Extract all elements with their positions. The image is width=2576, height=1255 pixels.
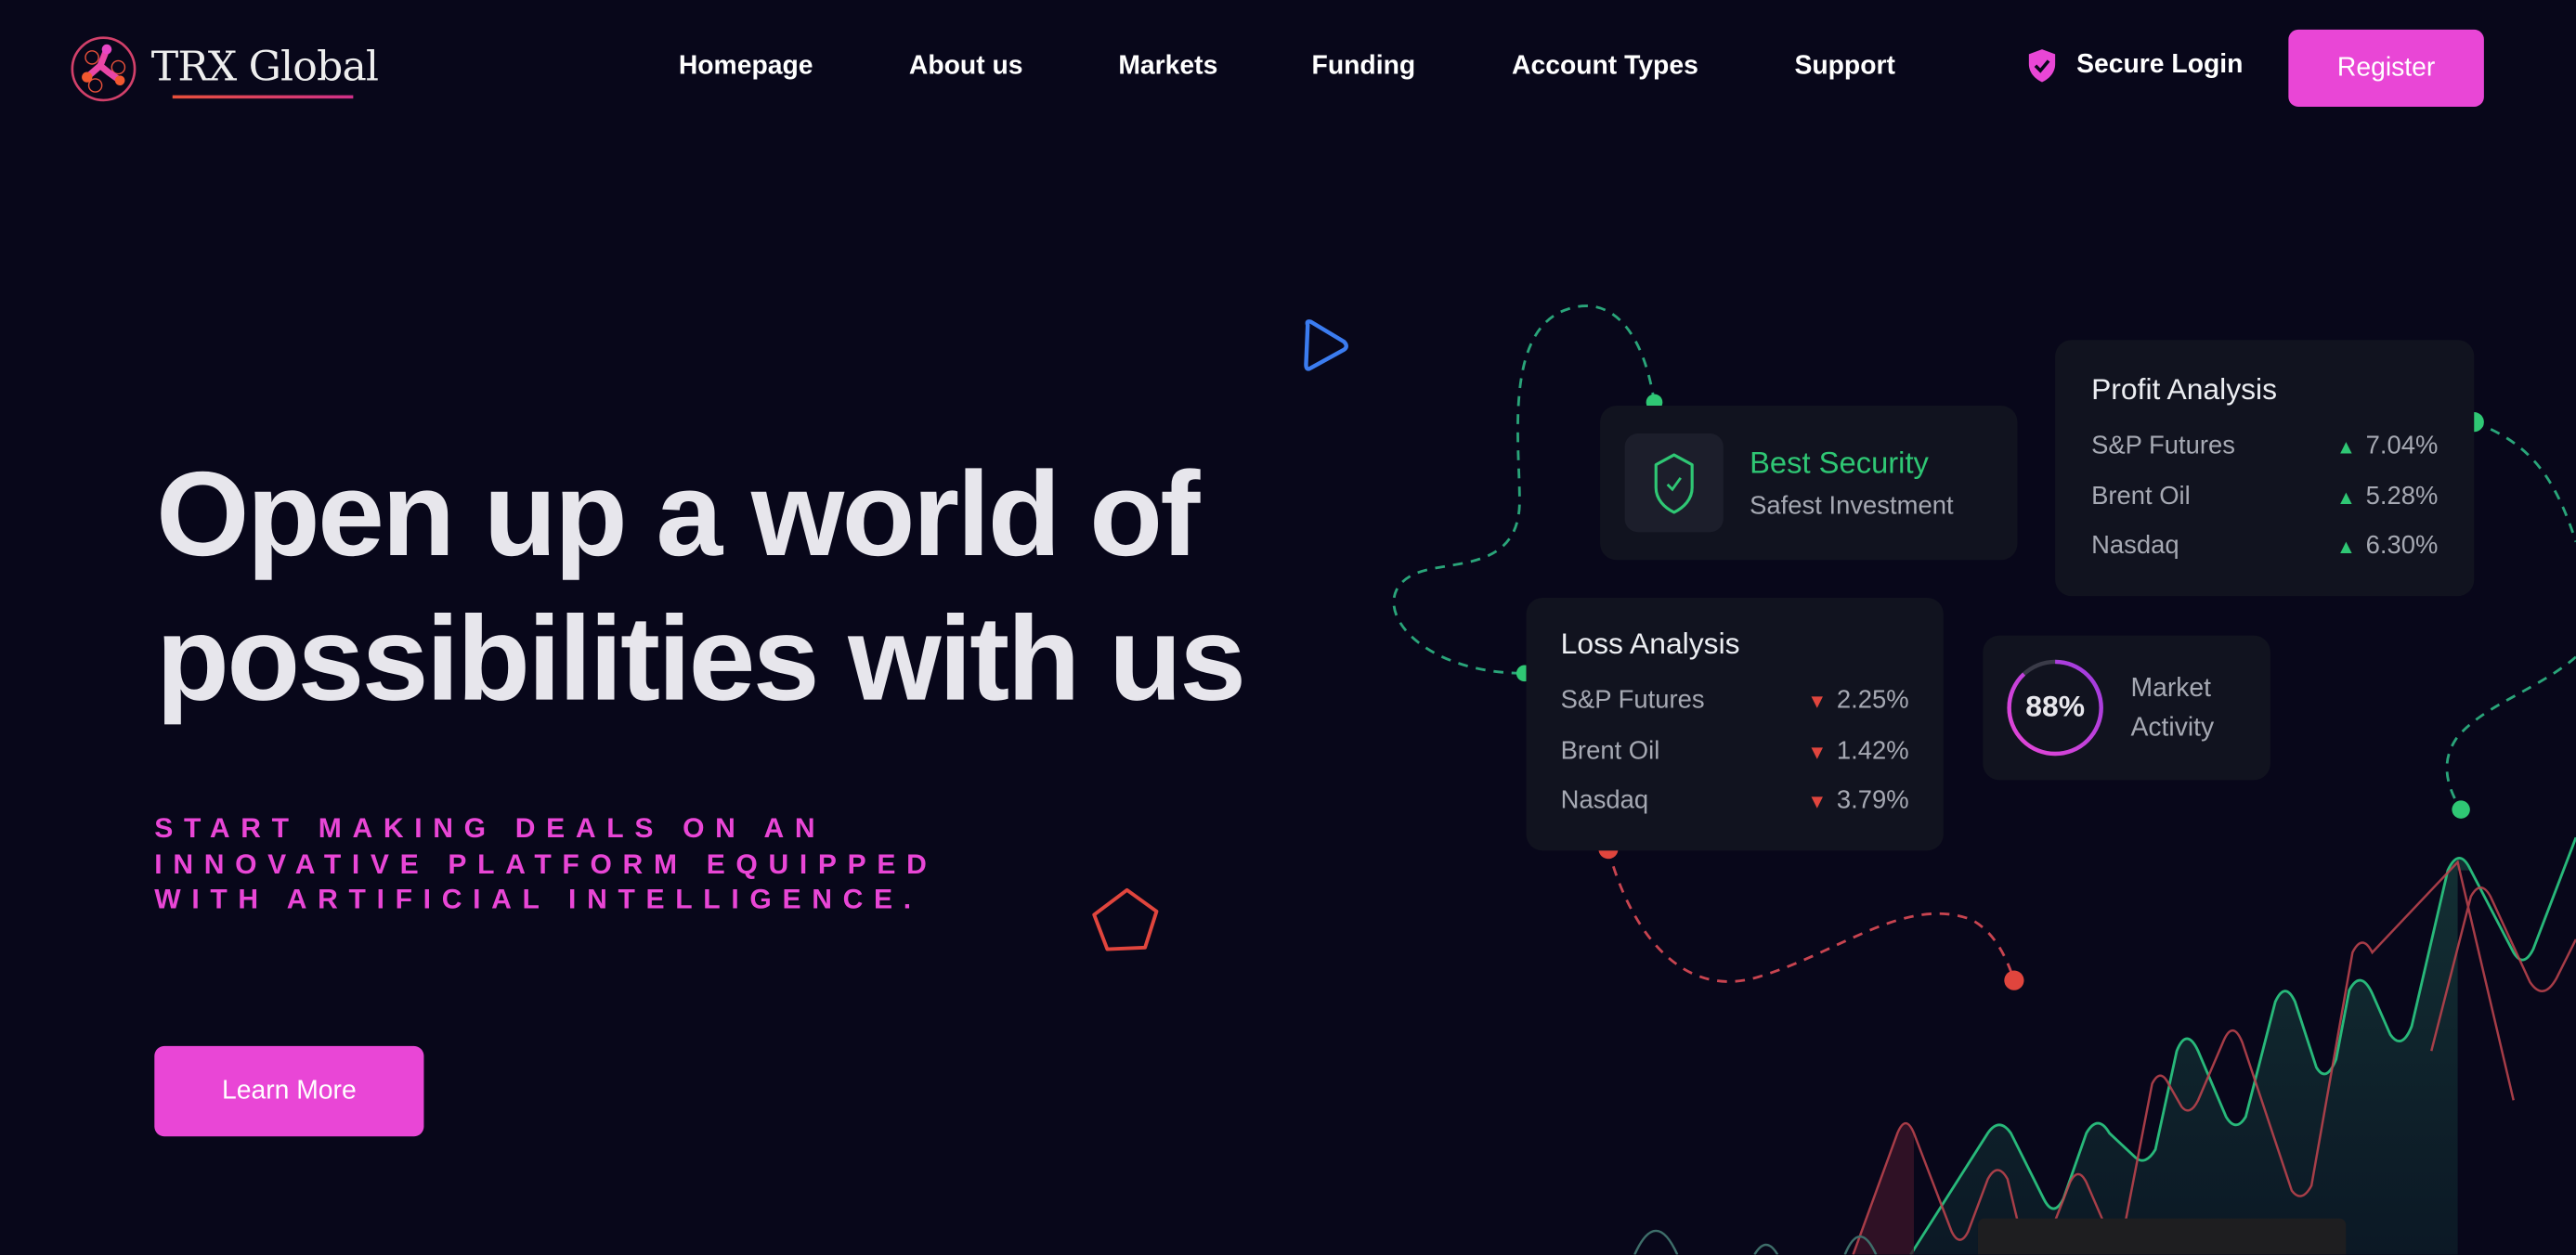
triangle-up-icon: ▲ (2335, 485, 2356, 510)
shield-check-icon (1654, 453, 1694, 514)
triangle-down-icon: ▼ (1807, 789, 1828, 813)
connector-dot (2004, 970, 2024, 990)
security-subtitle: Safest Investment (1750, 492, 1954, 521)
security-title: Best Security (1750, 445, 1929, 480)
security-card: Best Security Safest Investment (1600, 405, 2018, 561)
profit-row-label: S&P Futures (2091, 432, 2236, 460)
profit-row-value: ▲ 6.30% (2335, 532, 2439, 561)
bottom-panel (1977, 1218, 2347, 1255)
market-activity-percent: 88% (2025, 690, 2086, 723)
loss-title: Loss Analysis (1560, 627, 1740, 661)
triangle-down-icon: ▼ (1807, 740, 1828, 764)
profit-title: Profit Analysis (2091, 372, 2278, 406)
profit-row-label: Nasdaq (2091, 532, 2179, 561)
loss-row-value: ▼ 2.25% (1807, 686, 1909, 715)
profit-analysis-card: Profit Analysis S&P Futures ▲ 7.04% Brent… (2055, 340, 2475, 597)
triangle-down-icon: ▼ (1807, 690, 1828, 713)
market-activity-card: 88% Market Activity (1983, 635, 2270, 781)
triangle-up-icon: ▲ (2335, 535, 2356, 559)
connector-dot (2452, 800, 2470, 819)
profit-row-value: ▲ 7.04% (2335, 432, 2439, 460)
loss-row-label: S&P Futures (1560, 686, 1705, 715)
loss-row-label: Brent Oil (1560, 737, 1660, 766)
profit-row-value: ▲ 5.28% (2335, 483, 2439, 511)
shield-check-icon-box (1624, 433, 1724, 533)
pentagon-icon (1092, 887, 1159, 951)
small-wave (1633, 1229, 1878, 1255)
loss-row-value: ▼ 3.79% (1807, 786, 1909, 815)
loss-row-label: Nasdaq (1560, 786, 1649, 815)
loss-row-value: ▼ 1.42% (1807, 737, 1909, 766)
page: TRX Global Homepage About us Markets Fun… (0, 0, 2576, 1255)
triangle-up-icon: ▲ (2335, 434, 2356, 459)
play-icon (1304, 319, 1348, 371)
loss-area (1853, 1123, 1915, 1255)
loss-analysis-card: Loss Analysis S&P Futures ▼ 2.25% Brent O… (1526, 597, 1944, 851)
market-activity-label: Market Activity (2130, 675, 2215, 743)
decorative-graphics (1092, 304, 2576, 1255)
profit-row-label: Brent Oil (2091, 483, 2191, 511)
